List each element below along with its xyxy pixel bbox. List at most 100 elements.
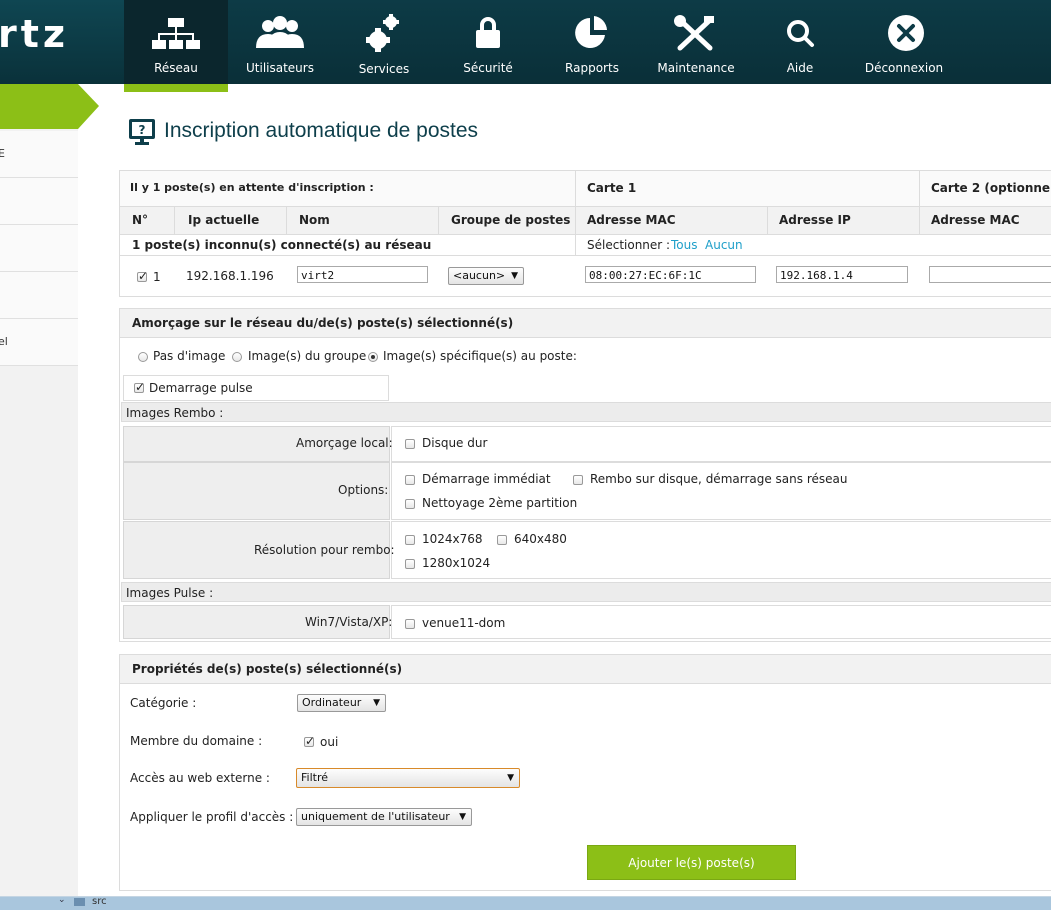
domain-member-label: Membre du domaine : — [130, 734, 263, 748]
mac2-input[interactable] — [929, 266, 1051, 283]
web-access-label: Accès au web externe : — [130, 771, 270, 785]
category-select[interactable]: Ordinateur ▼ — [297, 694, 386, 712]
top-navbar: rtz Réseau Utilisateurs Services Sécurit… — [0, 0, 1051, 92]
res-1024-checkbox[interactable] — [405, 535, 415, 545]
group-select[interactable]: <aucun> ▼ — [448, 267, 524, 285]
select-all-link[interactable]: Tous — [671, 238, 698, 252]
nav-securite[interactable]: Sécurité — [436, 0, 540, 84]
pulse-label: Demarrage pulse — [149, 381, 253, 395]
profile-value: uniquement de l'utilisateur — [301, 810, 450, 823]
web-access-select[interactable]: Filtré ▼ — [296, 768, 520, 788]
mac-input[interactable]: 08:00:27:EC:6F:1C — [585, 266, 756, 283]
ip-input[interactable]: 192.168.1.4 — [776, 266, 908, 283]
monitor-question-icon: ? — [128, 118, 156, 149]
nav-reseau[interactable]: Réseau — [124, 0, 228, 92]
sidebar-item-4[interactable] — [0, 272, 78, 319]
nav-label: Rapports — [565, 61, 619, 75]
res-1024-label: 1024x768 — [422, 532, 483, 546]
clean-partition-checkbox[interactable] — [405, 499, 415, 509]
res-1280-label: 1280x1024 — [422, 556, 491, 570]
sidebar-item-label: el — [0, 335, 8, 348]
select-none-link[interactable]: Aucun — [705, 238, 743, 252]
nav-label: Utilisateurs — [246, 61, 314, 75]
nav-label: Services — [358, 62, 410, 76]
col-mac2: Adresse MAC — [931, 213, 1020, 227]
nav-label: Réseau — [154, 61, 198, 75]
radio-group-image-label: Image(s) du groupe — [248, 349, 367, 363]
row-checkbox[interactable] — [137, 269, 148, 283]
venue-image-label: venue11-dom — [422, 616, 506, 630]
radio-group-image[interactable] — [232, 352, 242, 362]
pending-caption: Il y 1 poste(s) en attente d'inscription… — [130, 181, 374, 194]
pie-chart-icon — [540, 14, 644, 52]
rembo-header: Images Rembo : — [126, 406, 224, 420]
pulse-checkbox[interactable] — [134, 380, 145, 394]
nav-services[interactable]: Services — [332, 0, 436, 84]
radio-specific-image[interactable] — [368, 352, 378, 362]
sidebar-item-3[interactable] — [0, 225, 78, 272]
sidebar-item-5[interactable]: el — [0, 319, 78, 366]
local-boot-label: Amorçage local: — [296, 436, 393, 450]
immediate-start-checkbox[interactable] — [405, 475, 415, 485]
lock-icon — [436, 14, 540, 52]
venue-image-checkbox[interactable] — [405, 619, 415, 629]
radio-no-image[interactable] — [138, 352, 148, 362]
options-label: Options: — [338, 483, 389, 497]
row-ip: 192.168.1.196 — [186, 269, 274, 283]
sidebar: E el — [0, 84, 99, 896]
select-label: Sélectionner : — [587, 238, 671, 252]
sidebar-item-label: E — [0, 147, 5, 160]
card1-header: Carte 1 — [587, 181, 637, 195]
users-icon — [228, 14, 332, 52]
nav-utilisateurs[interactable]: Utilisateurs — [228, 0, 332, 84]
brand-logo[interactable]: rtz — [0, 0, 124, 84]
res-1280-checkbox[interactable] — [405, 559, 415, 569]
folder-icon — [74, 898, 85, 906]
radio-no-image-label: Pas d'image — [153, 349, 226, 363]
brand-text: rtz — [0, 12, 70, 56]
res-640-checkbox[interactable] — [497, 535, 507, 545]
domain-member-value: oui — [320, 735, 339, 749]
hard-disk-checkbox[interactable] — [405, 439, 415, 449]
nav-label: Sécurité — [463, 61, 513, 75]
hostname-input[interactable]: virt2 — [297, 266, 428, 283]
group-select-value: <aucun> — [453, 269, 506, 282]
pending-hosts-table: Il y 1 poste(s) en attente d'inscription… — [119, 170, 1051, 297]
search-icon — [748, 14, 852, 52]
res-640-label: 640x480 — [514, 532, 567, 546]
col-ip: Ip actuelle — [188, 213, 260, 227]
nav-deconnexion[interactable]: Déconnexion — [852, 0, 956, 84]
rembo-disk-checkbox[interactable] — [573, 475, 583, 485]
add-hosts-button[interactable]: Ajouter le(s) poste(s) sélectionné(s) — [587, 845, 796, 905]
properties-panel: Propriétés de(s) poste(s) sélectionné(s)… — [119, 654, 1051, 891]
domain-member-checkbox[interactable] — [304, 734, 315, 748]
col-num: N° — [132, 213, 149, 227]
col-groupe: Groupe de postes — [451, 213, 571, 227]
nav-aide[interactable]: Aide — [748, 0, 852, 84]
taskbar-strip: ⌄ src — [0, 895, 1051, 910]
card2-header: Carte 2 (optionnelle) — [931, 181, 1051, 195]
radio-specific-image-label: Image(s) spécifique(s) au poste: — [383, 349, 577, 363]
col-ip1: Adresse IP — [779, 213, 851, 227]
profile-label: Appliquer le profil d'accès : — [130, 810, 294, 824]
category-label: Catégorie : — [130, 696, 197, 710]
nav-rapports[interactable]: Rapports — [540, 0, 644, 84]
row-num: 1 — [153, 270, 161, 284]
sidebar-active-header — [0, 84, 99, 129]
boot-panel: Amorçage sur le réseau du/de(s) poste(s)… — [119, 308, 1051, 642]
unknown-section-label: 1 poste(s) inconnu(s) connecté(s) au rés… — [132, 238, 432, 252]
taskbar-label: src — [92, 896, 107, 907]
col-mac1: Adresse MAC — [587, 213, 676, 227]
resolution-label: Résolution pour rembo: — [254, 543, 395, 557]
immediate-start-label: Démarrage immédiat — [422, 472, 551, 486]
close-circle-icon — [852, 14, 956, 52]
sidebar-item-2[interactable] — [0, 178, 78, 225]
web-access-value: Filtré — [301, 771, 329, 784]
sidebar-item-1[interactable]: E — [0, 131, 78, 178]
properties-title: Propriétés de(s) poste(s) sélectionné(s) — [132, 662, 403, 676]
boot-title: Amorçage sur le réseau du/de(s) poste(s)… — [132, 316, 514, 330]
chevron-down-icon: ⌄ — [58, 895, 66, 905]
nav-maintenance[interactable]: Maintenance — [644, 0, 748, 84]
profile-select[interactable]: uniquement de l'utilisateur ▼ — [296, 808, 472, 826]
hard-disk-label: Disque dur — [422, 436, 488, 450]
